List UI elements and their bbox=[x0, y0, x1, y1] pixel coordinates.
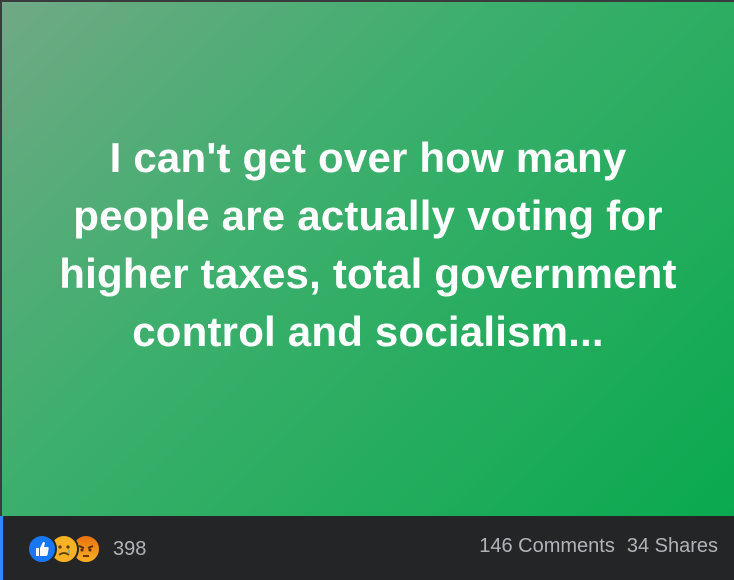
reaction-count: 398 bbox=[113, 537, 147, 560]
comments-link[interactable]: 146 Comments bbox=[479, 535, 615, 558]
engagement-stats: 146 Comments 34 Shares bbox=[479, 535, 718, 558]
reactions-summary[interactable]: 398 bbox=[27, 534, 146, 564]
facebook-post: I can't get over how many people are act… bbox=[0, 0, 734, 580]
shares-link[interactable]: 34 Shares bbox=[627, 535, 718, 558]
status-background-card: I can't get over how many people are act… bbox=[2, 2, 734, 516]
status-text: I can't get over how many people are act… bbox=[59, 134, 677, 355]
like-reaction-icon bbox=[27, 534, 57, 564]
post-footer: 398 146 Comments 34 Shares bbox=[0, 516, 734, 580]
